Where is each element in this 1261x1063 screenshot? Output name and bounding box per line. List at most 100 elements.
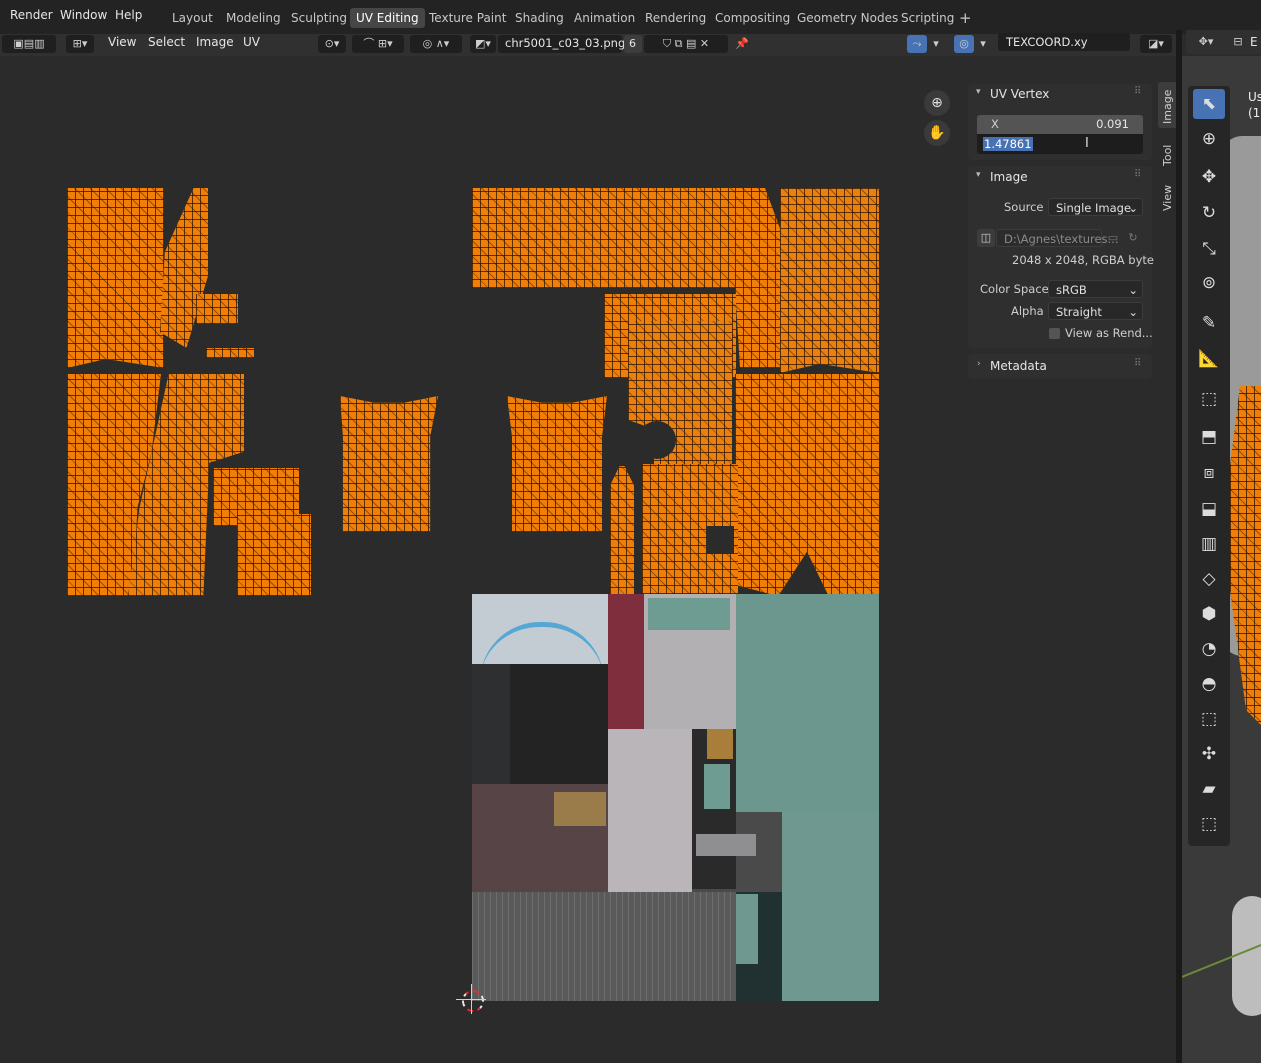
annotate-tool-icon[interactable]: ✎	[1193, 308, 1225, 338]
shrink-fatten-tool-icon[interactable]: ✣	[1193, 739, 1225, 769]
rip-tool-icon[interactable]: ⬚	[1193, 809, 1225, 839]
2d-cursor-icon[interactable]	[462, 990, 484, 1012]
uv-island[interactable]	[340, 396, 438, 532]
menu-window[interactable]: Window	[60, 8, 107, 22]
tab-shading[interactable]: Shading	[509, 11, 570, 29]
image-path-field[interactable]: D:\Agnes\textures...	[996, 229, 1119, 247]
metadata-title[interactable]: Metadata	[990, 359, 1047, 373]
object-mode-icon[interactable]: ✥▾	[1194, 33, 1218, 51]
overlays-icon[interactable]: ◎	[954, 35, 974, 53]
source-dropdown[interactable]: Single Image ⌄	[1048, 198, 1143, 216]
chevron-down-icon[interactable]: ▾	[976, 170, 981, 180]
menu-select[interactable]: Select	[148, 35, 185, 49]
rotate-tool-icon[interactable]: ↻	[1193, 198, 1225, 228]
shear-tool-icon[interactable]: ▰	[1193, 774, 1225, 804]
drag-handle-icon[interactable]: ⠿	[1134, 86, 1141, 97]
move-tool-icon[interactable]: ✥	[1193, 162, 1225, 192]
selection-mode-icons[interactable]: ▣▤▥	[2, 35, 56, 53]
edge-slide-tool-icon[interactable]: ⬚	[1193, 704, 1225, 734]
menu-help[interactable]: Help	[115, 8, 142, 22]
tab-view-label[interactable]: View	[1161, 185, 1174, 211]
pin-icon[interactable]: 📌	[733, 35, 751, 53]
menu-image[interactable]: Image	[196, 35, 234, 49]
texture-image[interactable]	[472, 594, 879, 1001]
image-name-field[interactable]: chr5001_c03_03.png	[498, 35, 625, 53]
tab-texture-paint[interactable]: Texture Paint	[423, 11, 512, 29]
view-menu-icon[interactable]: ⊟	[1228, 33, 1248, 51]
tab-image-label[interactable]: Image	[1161, 90, 1174, 124]
extrude-tool-icon[interactable]: ⬒	[1193, 422, 1225, 452]
zoom-icon[interactable]: ⊕	[924, 90, 950, 116]
reload-icon[interactable]: ↻	[1124, 229, 1142, 247]
snap-icon[interactable]: ⌒ ⊞▾	[352, 35, 404, 53]
tab-compositing[interactable]: Compositing	[709, 11, 796, 29]
overlays-dropdown-icon[interactable]: ▾	[976, 35, 990, 53]
tab-animation[interactable]: Animation	[568, 11, 641, 29]
uv-vertex-title[interactable]: UV Vertex	[990, 87, 1049, 101]
uv-island[interactable]	[735, 188, 785, 368]
uv-vertex-y-field[interactable]: 1.47861 I	[977, 134, 1143, 154]
display-channels-icon[interactable]: ◪▾	[1140, 35, 1172, 53]
uv-island[interactable]	[472, 188, 740, 288]
transform-tool-icon[interactable]: ⊚	[1193, 268, 1225, 298]
menu-view[interactable]: View	[108, 35, 136, 49]
poly-build-tool-icon[interactable]: ⬢	[1193, 599, 1225, 629]
drag-handle-icon[interactable]: ⠿	[1134, 358, 1141, 369]
uv-island[interactable]	[610, 466, 634, 596]
view-as-render-checkbox[interactable]	[1049, 328, 1060, 339]
inset-tool-icon[interactable]: ⧈	[1193, 458, 1225, 488]
tab-sculpting[interactable]: Sculpting	[285, 11, 353, 29]
knife-tool-icon[interactable]: ◇	[1193, 564, 1225, 594]
pivot-icon[interactable]: ⊙▾	[318, 35, 346, 53]
uv-map-field[interactable]: TEXCOORD.xy	[998, 33, 1130, 51]
viewport-menu-label[interactable]: E	[1250, 35, 1258, 49]
add-cube-tool-icon[interactable]: ⬚	[1193, 384, 1225, 414]
image-panel-title[interactable]: Image	[990, 170, 1028, 184]
pan-hand-icon[interactable]: ✋	[924, 120, 950, 146]
folder-icon[interactable]: ▭	[1104, 229, 1122, 247]
select-tool-icon[interactable]: ⬉	[1193, 89, 1225, 119]
uv-island[interactable]	[780, 188, 879, 373]
alpha-dropdown[interactable]: Straight ⌄	[1048, 302, 1143, 320]
image-browse-icon[interactable]: ◩▾	[470, 35, 496, 53]
spin-tool-icon[interactable]: ◔	[1193, 634, 1225, 664]
uv-island[interactable]	[735, 374, 879, 596]
chevron-right-icon[interactable]: ›	[977, 359, 981, 369]
uv-vertex-x-field[interactable]: X 0.091	[977, 115, 1143, 134]
view-as-render-label[interactable]: View as Rend...	[1065, 326, 1153, 340]
chevron-down-icon[interactable]: ▾	[976, 87, 981, 97]
add-workspace-button[interactable]: +	[953, 11, 978, 29]
menu-uv[interactable]: UV	[243, 35, 260, 49]
tab-modeling[interactable]: Modeling	[220, 11, 287, 29]
uv-island[interactable]	[237, 514, 311, 596]
tab-uv-editing[interactable]: UV Editing	[350, 8, 425, 28]
editor-type-icon[interactable]: ⊞▾	[66, 35, 94, 53]
uv-sync-dropdown-icon[interactable]: ▾	[929, 35, 943, 53]
tab-tool-label[interactable]: Tool	[1161, 145, 1174, 166]
drag-handle-icon[interactable]: ⠿	[1134, 169, 1141, 180]
tab-scripting[interactable]: Scripting	[895, 11, 960, 29]
uv-island[interactable]	[507, 396, 607, 532]
uv-island[interactable]	[196, 294, 238, 324]
menu-render[interactable]: Render	[10, 8, 53, 22]
cursor-tool-icon[interactable]: ⊕	[1193, 124, 1225, 154]
image-datablock-icon[interactable]: ◫	[977, 229, 995, 247]
image-users-count[interactable]: 6	[624, 35, 642, 53]
colorspace-dropdown[interactable]: sRGB ⌄	[1048, 280, 1143, 298]
scale-tool-icon[interactable]: ⤡	[1193, 234, 1225, 264]
smooth-tool-icon[interactable]: ◓	[1193, 669, 1225, 699]
uv-sync-icon[interactable]: ⤳	[907, 35, 927, 53]
chevron-down-icon: ⌄	[1128, 305, 1138, 319]
proportional-edit-icon[interactable]: ◎ ∧▾	[410, 35, 462, 53]
y-value-selected[interactable]: 1.47861	[983, 137, 1033, 151]
tab-layout[interactable]: Layout	[166, 11, 219, 29]
uv-island[interactable]	[160, 188, 208, 348]
tab-geometry-nodes[interactable]: Geometry Nodes	[791, 11, 904, 29]
bevel-tool-icon[interactable]: ⬓	[1193, 494, 1225, 524]
uv-island[interactable]	[67, 188, 164, 368]
image-actions-icons[interactable]: ⛉ ⧉ ▤ ✕	[644, 35, 728, 53]
loop-cut-tool-icon[interactable]: ▥	[1193, 529, 1225, 559]
uv-island[interactable]	[206, 348, 254, 358]
tab-rendering[interactable]: Rendering	[639, 11, 712, 29]
measure-tool-icon[interactable]: 📐	[1193, 344, 1225, 374]
